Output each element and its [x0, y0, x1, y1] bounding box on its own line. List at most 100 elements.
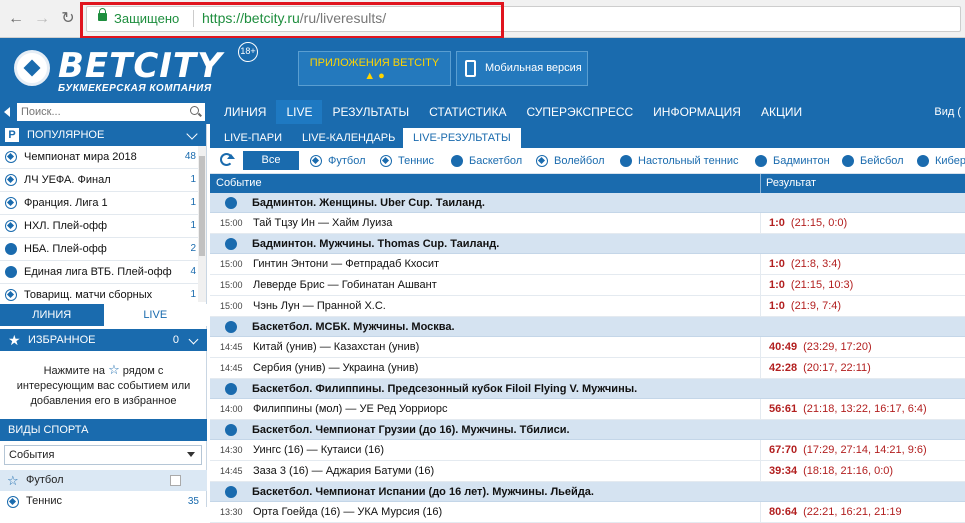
nav-item-line[interactable]: ЛИНИЯ [214, 100, 276, 124]
event-group-header[interactable]: Баскетбол. Чемпионат Грузии (до 16). Муж… [210, 420, 965, 440]
event-score-details: (17:29, 27:14, 14:21, 9:6) [803, 444, 927, 456]
table-row[interactable]: 13:30 Орта Гоейда (16) — УКА Мурсия (16) 8… [210, 502, 965, 523]
filter-volleyball[interactable]: Волейбол [536, 148, 605, 174]
row-divider [760, 213, 761, 234]
popular-scrollbar[interactable] [198, 146, 206, 302]
collapse-arrow-icon[interactable] [4, 107, 10, 117]
popular-item[interactable]: Чемпионат мира 2018 48 [0, 146, 206, 169]
logo-ball-icon[interactable] [14, 50, 50, 86]
event-score-cell: 67:70 (17:29, 27:14, 14:21, 9:6) [769, 440, 927, 460]
table-row[interactable]: 15:00 Чэнь Лун — Пранной Х.С. 1:0 (21:9, 7:… [210, 296, 965, 317]
popular-item[interactable]: Единая лига ВТБ. Плей-офф 4 [0, 261, 206, 284]
event-score: 1:0 [769, 279, 785, 291]
filter-tennis[interactable]: Теннис [380, 148, 434, 174]
favorites-header[interactable]: ★ ИЗБРАННОЕ 0 [0, 329, 207, 351]
basketball-icon [5, 243, 17, 255]
nav-item-promos[interactable]: АКЦИИ [751, 100, 812, 124]
event-score-details: (20:17, 22:11) [803, 362, 871, 374]
event-score-details: (21:8, 3:4) [790, 258, 842, 270]
col-event: Событие [216, 177, 262, 189]
nav-item-statistics[interactable]: СТАТИСТИКА [419, 100, 516, 124]
age-badge: 18+ [238, 42, 258, 62]
event-name: Китай (унив) — Казахстан (унив) [253, 341, 420, 353]
event-time: 14:45 [220, 342, 243, 352]
filter-baseball[interactable]: Бейсбол [842, 148, 904, 174]
favorites-hint-3: интересующим вас событием или [16, 380, 191, 392]
tab-line[interactable]: ЛИНИЯ [0, 304, 104, 326]
popular-item[interactable]: Товарищ. матчи сборных 1 [0, 284, 206, 304]
popular-item[interactable]: НХЛ. Плей-офф 1 [0, 215, 206, 238]
table-row[interactable]: 14:45 Китай (унив) — Казахстан (унив) 40:4… [210, 337, 965, 358]
mobile-version-button[interactable]: Мобильная версия [456, 51, 588, 86]
nav-item-live[interactable]: LIVE [276, 100, 323, 124]
forward-icon[interactable]: → [32, 9, 52, 29]
football-icon [5, 151, 17, 163]
table-row[interactable]: 14:45 Сербия (унив) — Украина (унив) 42:28… [210, 358, 965, 379]
event-group-header[interactable]: Бадминтон. Мужчины. Thomas Cup. Таиланд. [210, 234, 965, 254]
sport-item-label: Футбол [26, 474, 64, 486]
search-input[interactable] [17, 103, 205, 121]
sport-checkbox[interactable] [170, 475, 181, 486]
filter-cyber[interactable]: Кибер [917, 148, 965, 174]
sport-item-football[interactable]: ☆ Футбол [0, 470, 207, 491]
event-name: Леверде Брис — Гобинатан Ашвант [253, 279, 437, 291]
sport-item-tennis[interactable]: Теннис 35 [0, 491, 207, 512]
star-outline-icon[interactable]: ☆ [7, 470, 19, 491]
sport-item-count: 35 [187, 496, 199, 507]
chevron-down-icon[interactable] [186, 128, 198, 140]
row-divider [760, 254, 761, 275]
event-score: 42:28 [769, 362, 798, 374]
filter-badminton[interactable]: Бадминтон [755, 148, 830, 174]
event-group-header[interactable]: Баскетбол. Чемпионат Испании (до 16 лет)… [210, 482, 965, 502]
star-icon: ★ [8, 332, 21, 348]
basketball-icon [5, 266, 17, 278]
table-row[interactable]: 14:30 Уингс (16) — Кутаиси (16) 67:70 (17:2… [210, 440, 965, 461]
event-group-header[interactable]: Баскетбол. МСБК. Мужчины. Москва. [210, 317, 965, 337]
sports-select[interactable]: События [4, 445, 202, 465]
nav-item-info[interactable]: ИНФОРМАЦИЯ [643, 100, 751, 124]
table-row[interactable]: 15:00 Тай Тцзу Ин — Хайм Луиза 1:0 (21:15, … [210, 213, 965, 234]
tab-live-calendar[interactable]: LIVE-КАЛЕНДАРЬ [292, 128, 405, 148]
row-divider [760, 502, 761, 523]
filter-label: Волейбол [554, 155, 605, 167]
filter-label: Баскетбол [469, 155, 523, 167]
sport-filters: Все Футбол Теннис Баскетбол Волейбол Нас… [210, 148, 965, 174]
back-icon[interactable]: ← [6, 9, 26, 29]
popular-header[interactable]: P ПОПУЛЯРНОЕ [0, 124, 206, 146]
apps-button[interactable]: ПРИЛОЖЕНИЯ BETCITY ▲ ● [298, 51, 451, 86]
event-time: 14:30 [220, 445, 243, 455]
reload-icon[interactable]: ↻ [58, 9, 78, 29]
view-toggle[interactable]: Вид ( [934, 100, 961, 124]
filter-basketball[interactable]: Баскетбол [451, 148, 522, 174]
popular-item[interactable]: ЛЧ УЕФА. Финал 1 [0, 169, 206, 192]
filter-table-tennis[interactable]: Настольный теннис [620, 148, 739, 174]
popular-item[interactable]: НБА. Плей-офф 2 [0, 238, 206, 261]
popular-item-label: НБА. Плей-офф [24, 243, 107, 255]
nav-item-results[interactable]: РЕЗУЛЬТАТЫ [322, 100, 419, 124]
search-icon[interactable] [190, 106, 199, 115]
nav-item-superexpress[interactable]: СУПЕРЭКСПРЕСС [517, 100, 644, 124]
event-score-cell: 1:0 (21:8, 3:4) [769, 254, 841, 274]
tab-live[interactable]: LIVE [103, 304, 207, 326]
event-score-details: (21:15, 0:0) [790, 217, 848, 229]
scrollbar-thumb[interactable] [199, 156, 205, 256]
table-row[interactable]: 14:45 Заза 3 (16) — Аджария Батуми (16) 39… [210, 461, 965, 482]
filter-football[interactable]: Футбол [310, 148, 366, 174]
table-row[interactable]: 15:00 Гинтин Энтони — Фетпрадаб Кхосит 1:0… [210, 254, 965, 275]
popular-item[interactable]: Франция. Лига 1 1 [0, 192, 206, 215]
refresh-icon[interactable] [220, 153, 235, 166]
site-logo[interactable]: BETCITY [58, 46, 223, 86]
event-group-header[interactable]: Баскетбол. Филиппины. Предсезонный кубок… [210, 379, 965, 399]
tab-live-results[interactable]: LIVE-РЕЗУЛЬТАТЫ [403, 128, 521, 148]
tennis-icon [380, 155, 392, 167]
table-row[interactable]: 15:00 Леверде Брис — Гобинатан Ашвант 1:0 (… [210, 275, 965, 296]
chevron-down-icon[interactable] [188, 334, 199, 345]
tab-live-bets[interactable]: LIVE-ПАРИ [214, 128, 292, 148]
filter-all-button[interactable]: Все [243, 151, 299, 170]
filter-label: Бейсбол [860, 155, 904, 167]
table-row[interactable]: 14:00 Филиппины (мол) — УЕ Ред Уорриорс 56… [210, 399, 965, 420]
event-group-header[interactable]: Бадминтон. Женщины. Uber Cup. Таиланд. [210, 193, 965, 213]
badminton-icon [755, 155, 767, 167]
event-score: 40:49 [769, 341, 798, 353]
event-group-title: Бадминтон. Женщины. Uber Cup. Таиланд. [252, 197, 485, 209]
